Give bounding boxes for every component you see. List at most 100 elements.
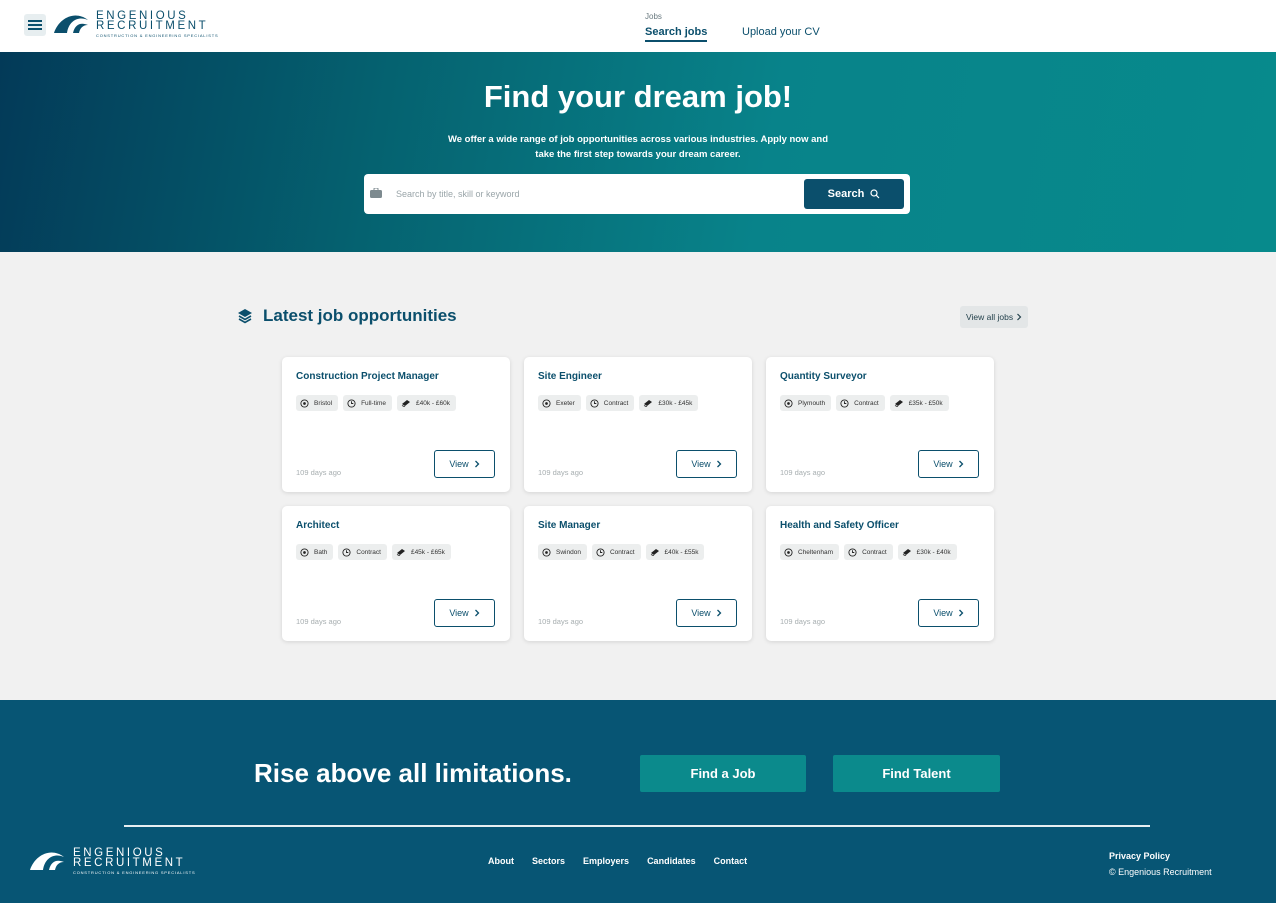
salary-tag: £40k - £55k <box>645 544 705 560</box>
hero-banner: Find your dream job! We offer a wide ran… <box>0 52 1276 252</box>
salary-tag: £35k - £50k <box>889 395 949 411</box>
footer-link-candidates[interactable]: Candidates <box>647 856 696 866</box>
job-type-text: Contract <box>854 399 879 407</box>
salary-tag: £30k - £40k <box>897 544 957 560</box>
footer-link-about[interactable]: About <box>488 856 514 866</box>
view-job-button[interactable]: View <box>676 450 737 478</box>
view-button-label: View <box>933 459 953 469</box>
salary-tag: £45k - £65k <box>391 544 451 560</box>
logo-wordmark[interactable]: ENGENIOUS RECRUITMENT CONSTRUCTION & ENG… <box>96 10 219 38</box>
latest-jobs-heading: Latest job opportunities <box>237 306 457 326</box>
location-tag: Swindon <box>538 544 587 560</box>
chevron-right-icon <box>716 460 722 468</box>
location-pin-icon <box>784 547 793 557</box>
salary-text: £40k - £60k <box>415 399 450 407</box>
job-card: Site Engineer Exeter Contract £30k - £45k 10… <box>524 357 752 492</box>
footer-logo-wordmark[interactable]: ENGENIOUS RECRUITMENT CONSTRUCTION & ENG… <box>73 847 196 875</box>
salary-text: £35k - £50k <box>908 399 943 407</box>
location-text: Swindon <box>556 548 581 556</box>
view-button-label: View <box>449 608 469 618</box>
posted-age: 109 days ago <box>780 468 826 477</box>
money-icon <box>644 400 653 407</box>
posted-age: 109 days ago <box>538 468 584 477</box>
view-button-label: View <box>691 608 711 618</box>
view-all-jobs-button[interactable]: View all jobs <box>960 306 1029 328</box>
footer-logo-wing-icon[interactable] <box>29 849 65 871</box>
job-title[interactable]: Architect <box>296 520 339 531</box>
job-type-tag: Contract <box>844 544 893 560</box>
job-title[interactable]: Site Engineer <box>538 371 602 382</box>
job-type-tag: Contract <box>338 544 387 560</box>
salary-text: £45k - £65k <box>410 548 445 556</box>
location-pin-icon <box>542 547 551 557</box>
search-input[interactable] <box>396 182 796 206</box>
clock-icon <box>596 547 605 557</box>
hamburger-menu-icon[interactable] <box>24 14 46 36</box>
privacy-policy-link[interactable]: Privacy Policy <box>1109 848 1212 864</box>
salary-tag: £40k - £60k <box>396 395 456 411</box>
location-pin-icon <box>300 398 309 408</box>
money-icon <box>902 549 911 556</box>
view-job-button[interactable]: View <box>918 450 979 478</box>
job-tags: Bath Contract £45k - £65k <box>296 544 496 560</box>
location-text: Bath <box>314 548 328 556</box>
hero-subtitle: We offer a wide range of job opportuniti… <box>447 134 829 160</box>
location-tag: Exeter <box>538 395 581 411</box>
job-type-text: Contract <box>603 399 629 407</box>
chevron-right-icon <box>958 609 964 617</box>
posted-age: 109 days ago <box>296 617 342 626</box>
job-card: Architect Bath Contract £45k - £65k 109 days… <box>282 506 510 641</box>
job-type-text: Contract <box>609 548 635 556</box>
job-title[interactable]: Health and Safety Officer <box>780 520 899 531</box>
nav-group-label: Jobs <box>645 12 662 21</box>
job-tags: Swindon Contract £40k - £55k <box>538 544 738 560</box>
footer-link-employers[interactable]: Employers <box>583 856 629 866</box>
view-button-label: View <box>691 459 711 469</box>
job-title[interactable]: Construction Project Manager <box>296 371 439 382</box>
footer-divider <box>124 825 1150 827</box>
footer-link-contact[interactable]: Contact <box>714 856 748 866</box>
location-tag: Plymouth <box>780 395 832 411</box>
money-icon <box>894 400 903 407</box>
find-a-job-button[interactable]: Find a Job <box>640 755 806 792</box>
view-job-button[interactable]: View <box>918 599 979 627</box>
latest-jobs-title: Latest job opportunities <box>263 306 457 325</box>
chevron-right-icon <box>474 609 480 617</box>
chevron-right-icon <box>958 460 964 468</box>
posted-age: 109 days ago <box>780 617 826 626</box>
posted-age: 109 days ago <box>538 617 584 626</box>
footer-link-sectors[interactable]: Sectors <box>532 856 565 866</box>
site-header: ENGENIOUS RECRUITMENT CONSTRUCTION & ENG… <box>0 0 1276 52</box>
view-job-button[interactable]: View <box>676 599 737 627</box>
cta-headline: Rise above all limitations. <box>254 758 572 788</box>
job-tags: Cheltenham Contract £30k - £40k <box>780 544 980 560</box>
job-type-text: Contract <box>862 548 887 556</box>
nav-search-jobs[interactable]: Search jobs <box>645 26 708 42</box>
clock-icon <box>342 547 351 557</box>
job-card: Health and Safety Officer Cheltenham Contr… <box>766 506 994 641</box>
job-type-text: Contract <box>356 548 381 556</box>
location-pin-icon <box>542 398 551 408</box>
job-title[interactable]: Site Manager <box>538 520 600 531</box>
search-button-label: Search <box>827 188 865 200</box>
site-footer: Rise above all limitations. Find a Job F… <box>0 700 1276 903</box>
chevron-right-icon <box>474 460 480 468</box>
location-pin-icon <box>300 547 309 557</box>
logo-tagline: CONSTRUCTION & ENGINEERING SPECIALISTS <box>96 33 219 38</box>
money-icon <box>401 400 410 407</box>
find-talent-button[interactable]: Find Talent <box>833 755 1000 792</box>
job-type-tag: Full-time <box>343 395 392 411</box>
money-icon <box>396 549 405 556</box>
view-job-button[interactable]: View <box>434 450 495 478</box>
job-tags: Plymouth Contract £35k - £50k <box>780 395 980 411</box>
job-title[interactable]: Quantity Surveyor <box>780 371 867 382</box>
nav-upload-cv[interactable]: Upload your CV <box>742 26 820 38</box>
job-type-tag: Contract <box>585 395 635 411</box>
footer-logo-tagline: CONSTRUCTION & ENGINEERING SPECIALISTS <box>73 870 196 875</box>
view-job-button[interactable]: View <box>434 599 495 627</box>
location-tag: Bath <box>296 544 334 560</box>
location-text: Cheltenham <box>798 548 834 556</box>
clock-icon <box>347 398 356 408</box>
logo-wing-icon[interactable] <box>53 12 89 34</box>
search-button[interactable]: Search <box>804 179 904 209</box>
